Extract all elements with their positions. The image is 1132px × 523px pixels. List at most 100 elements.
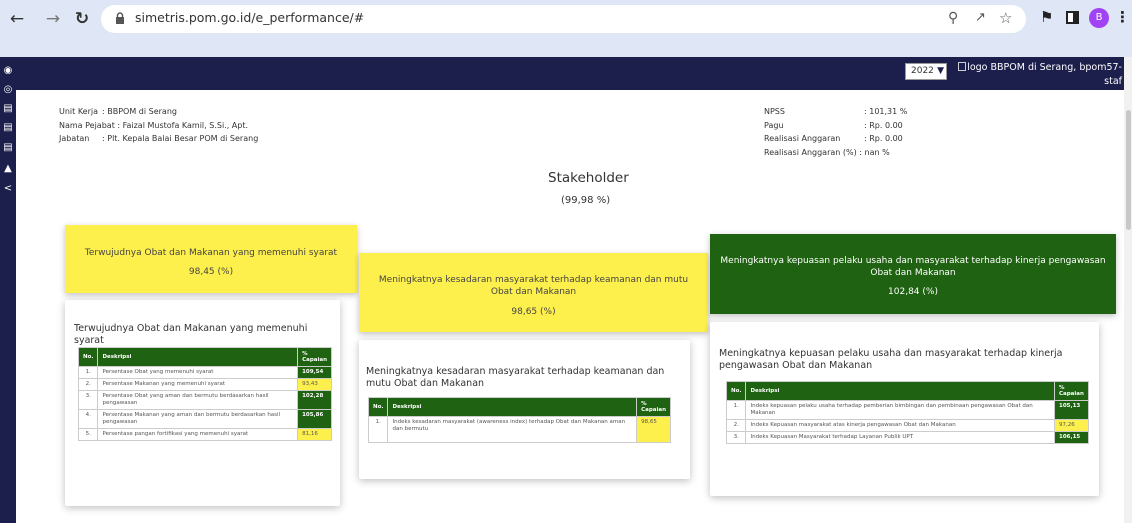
row-desc: Indeks Kepuasan masyarakat atas kinerja … <box>745 419 1055 432</box>
col-no: No. <box>77 347 99 367</box>
table-row: 1. Indeks kepuasan pelaku usaha terhadap … <box>725 400 1089 420</box>
row-no: 2. <box>77 378 99 391</box>
col-pct-label: Capaian <box>302 357 327 363</box>
unit-value: : BBPOM di Serang <box>102 107 177 116</box>
realisasi-label: Realisasi Anggaran <box>764 134 841 143</box>
extensions-icon[interactable]: ⚑ <box>1040 8 1053 26</box>
row-desc: Persentase Obat yang memenuhi syarat <box>97 366 299 379</box>
broken-image-icon <box>958 62 967 71</box>
realisasi-value: : Rp. 0.00 <box>864 134 903 143</box>
row-value: 105,13 <box>1054 400 1089 420</box>
forward-icon[interactable]: → <box>42 8 64 30</box>
col-desc: Deskripsi <box>387 397 638 417</box>
table-row: 3. Indeks Kepuasan Masyarakat terhadap La… <box>725 431 1089 444</box>
profile-avatar[interactable]: B <box>1089 8 1109 28</box>
target-card-2: Meningkatnya kesadaran masyarakat terhad… <box>359 340 690 479</box>
sitemap-icon[interactable]: ▲ <box>3 164 13 174</box>
row-no: 4. <box>77 409 99 429</box>
card-title-3: Meningkatnya kepuasan pelaku usaha dan m… <box>719 348 1063 371</box>
app-sidebar: ◉ ◎ ▤ ▤ ▤ ▲ < <box>0 57 16 523</box>
profile-info: Unit Kerja: BBPOM di Serang Nama Pejabat… <box>59 105 258 146</box>
col-pct: % Capaian <box>636 397 671 417</box>
table-row: 1. Persentase Obat yang memenuhi syarat 10… <box>77 366 332 379</box>
row-desc: Indeks Kepuasan Masyarakat terhadap Laya… <box>745 431 1055 444</box>
target-box-2[interactable]: Meningkatnya kesadaran masyarakat terhad… <box>359 253 708 332</box>
col-pct-label: Capaian <box>1059 391 1084 397</box>
year-select[interactable]: 2022 ▼ <box>905 63 947 80</box>
row-desc: Persentase Makanan yang aman dan bermutu… <box>97 409 299 429</box>
lock-icon <box>116 12 124 24</box>
target-box-3[interactable]: Meningkatnya kepuasan pelaku usaha dan m… <box>710 234 1116 314</box>
col-no: No. <box>367 397 389 417</box>
row-no: 3. <box>77 390 99 410</box>
indicator-table-2: No. Deskripsi % Capaian 1. Indeks kesadara… <box>367 397 671 443</box>
realisasi-pct-value: : nan % <box>859 147 890 157</box>
row-value: 81,16 <box>297 428 332 441</box>
realisasi-pct-label: Realisasi Anggaran (%) <box>764 147 857 157</box>
logo-alt-text: logo BBPOM di Serang, bpom57-staf <box>967 62 1122 87</box>
table-row: 5. Persentase pangan fortifikasi yang mem… <box>77 428 332 441</box>
card-title-1: Terwujudnya Obat dan Makanan yang memenu… <box>74 323 308 346</box>
pagu-label: Pagu <box>764 120 784 130</box>
table-header: No. Deskripsi % Capaian <box>725 381 1089 401</box>
table-header: No. Deskripsi % Capaian <box>367 397 671 417</box>
row-value: 105,86 <box>297 409 332 429</box>
row-no: 3. <box>725 431 747 444</box>
zoom-icon[interactable]: ⚲ <box>948 10 958 26</box>
target-value-2: 98,65 (%) <box>511 307 556 317</box>
row-no: 1. <box>725 400 747 420</box>
chevron-down-icon: ▼ <box>937 66 944 76</box>
stakeholder-title: Stakeholder <box>548 170 629 186</box>
target-card-3: Meningkatnya kepuasan pelaku usaha dan m… <box>710 322 1099 496</box>
row-no: 1. <box>367 416 389 443</box>
target-title-3: Meningkatnya kepuasan pelaku usaha dan m… <box>720 256 1106 278</box>
title-value: : Plt. Kepala Balai Besar POM di Serang <box>102 134 259 143</box>
row-value: 93,43 <box>297 378 332 391</box>
col-pct: % Capaian <box>297 347 332 367</box>
row-no: 5. <box>77 428 99 441</box>
table-row: 3. Persentase Obat yang aman dan bermutu … <box>77 390 332 410</box>
share-icon[interactable]: ↗ <box>975 10 986 25</box>
title-label: Jabatan <box>59 134 90 143</box>
card-title-2: Meningkatnya kesadaran masyarakat terhad… <box>366 366 665 389</box>
row-desc: Persentase Makanan yang memenuhi syarat <box>97 378 299 391</box>
logo: logo BBPOM di Serang, bpom57-staf <box>952 61 1122 89</box>
menu-icon[interactable]: ⋮ <box>1115 8 1130 26</box>
stakeholder-value: (99,98 %) <box>561 195 611 206</box>
side-panel-icon[interactable] <box>1066 11 1079 24</box>
target-box-1[interactable]: Terwujudnya Obat dan Makanan yang memenu… <box>65 225 357 293</box>
reload-icon[interactable]: ↻ <box>71 8 93 30</box>
row-no: 1. <box>77 366 99 379</box>
budget-summary: NPSS: 101,31 % Pagu: Rp. 0.00 Realisasi … <box>764 105 907 159</box>
row-desc: Persentase pangan fortifikasi yang memen… <box>97 428 299 441</box>
table-row: 1. Indeks kesadaran masyarakat (awareness… <box>367 416 671 443</box>
dashboard-icon[interactable]: ◉ <box>3 66 13 76</box>
row-desc: Indeks kesadaran masyarakat (awareness i… <box>387 416 638 443</box>
share-icon[interactable]: < <box>3 184 13 194</box>
col-desc: Deskripsi <box>97 347 299 367</box>
col-no: No. <box>725 381 747 401</box>
scrollbar-thumb[interactable] <box>1126 110 1131 230</box>
unit-label: Unit Kerja <box>59 107 99 116</box>
target-icon[interactable]: ◎ <box>3 85 13 95</box>
target-title-1: Terwujudnya Obat dan Makanan yang memenu… <box>84 248 338 258</box>
back-icon[interactable]: ← <box>6 8 28 30</box>
name-label: Nama Pejabat <box>59 120 115 130</box>
address-bar[interactable]: simetris.pom.go.id/e_performance/# ⚲ ↗ ☆ <box>101 5 1026 33</box>
name-value: : Faizal Mustofa Kamil, S.Si., Apt. <box>117 120 249 130</box>
year-value: 2022 <box>911 66 934 76</box>
indicator-table-1: No. Deskripsi % Capaian 1. Persentase Obat… <box>77 347 332 441</box>
database-icon[interactable]: ▤ <box>3 104 13 114</box>
url-text: simetris.pom.go.id/e_performance/# <box>135 10 365 25</box>
target-card-1: Terwujudnya Obat dan Makanan yang memenu… <box>65 300 340 506</box>
col-pct-label: Capaian <box>641 407 666 413</box>
row-value: 102,28 <box>297 390 332 410</box>
npss-label: NPSS <box>764 107 785 116</box>
target-title-2: Meningkatnya kesadaran masyarakat terhad… <box>378 275 689 297</box>
star-icon[interactable]: ☆ <box>999 9 1012 27</box>
database-icon[interactable]: ▤ <box>3 143 13 153</box>
database-icon[interactable]: ▤ <box>3 123 13 133</box>
row-value: 98,65 <box>636 416 671 443</box>
indicator-table-3: No. Deskripsi % Capaian 1. Indeks kepuasan… <box>725 381 1089 444</box>
col-pct: % Capaian <box>1054 381 1089 401</box>
